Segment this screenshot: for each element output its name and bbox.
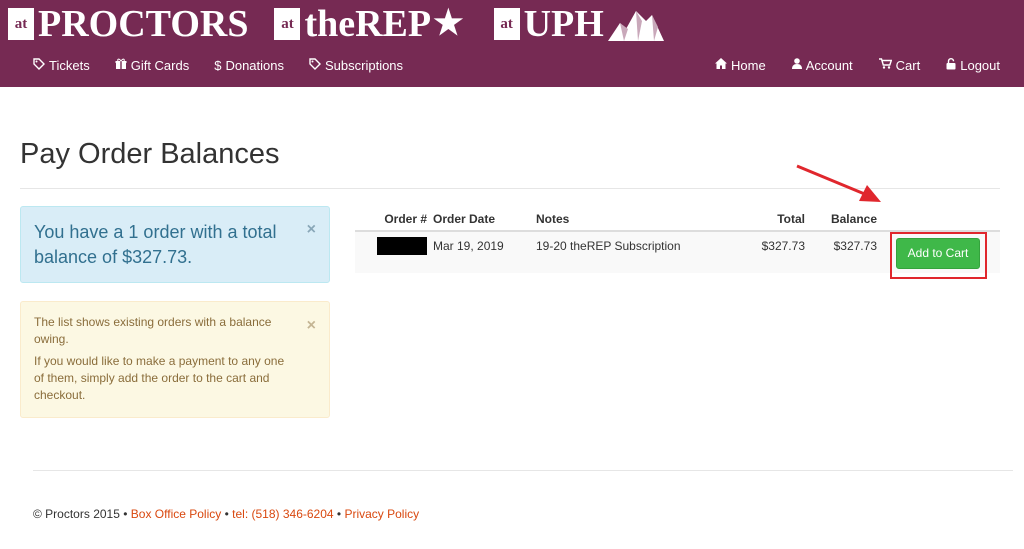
site-footer: © Proctors 2015 • Box Office Policy • te… bbox=[33, 507, 419, 521]
balance-info-alert: You have a 1 order with a total balance … bbox=[20, 206, 330, 283]
proctors-logo[interactable]: at PROCTORS bbox=[8, 5, 248, 43]
close-icon[interactable]: × bbox=[307, 318, 316, 334]
header-order-number: Order # bbox=[384, 212, 427, 226]
brand-logos: at PROCTORS at theREP ★ at UPH bbox=[8, 4, 664, 44]
nav-label: Tickets bbox=[49, 57, 90, 73]
instructions-alert: The list shows existing orders with a ba… bbox=[20, 301, 330, 418]
tag-icon bbox=[309, 57, 321, 73]
close-icon[interactable]: × bbox=[307, 222, 316, 238]
at-badge: at bbox=[8, 8, 34, 40]
footer-separator: • bbox=[123, 507, 128, 521]
redacted-order-number bbox=[377, 237, 427, 255]
table-header: Order # Order Date Notes Total Balance bbox=[355, 210, 1000, 232]
phone-link[interactable]: tel: (518) 346-6204 bbox=[232, 507, 333, 521]
uph-logo[interactable]: at UPH bbox=[493, 3, 664, 45]
nav-gift-cards[interactable]: Gift Cards bbox=[115, 56, 190, 74]
footer-separator: • bbox=[336, 507, 342, 521]
nav-label: Account bbox=[805, 57, 853, 73]
nav-subscriptions[interactable]: Subscriptions bbox=[309, 56, 403, 74]
header-notes: Notes bbox=[536, 212, 570, 226]
instructions-line-1: The list shows existing orders with a ba… bbox=[34, 315, 272, 346]
order-total-cell: $327.73 bbox=[761, 239, 805, 253]
at-badge: at bbox=[274, 8, 301, 40]
nav-donations[interactable]: $ Donations bbox=[214, 56, 284, 74]
user-icon bbox=[791, 58, 802, 72]
nav-label: Home bbox=[731, 57, 766, 73]
tag-icon bbox=[33, 57, 45, 73]
therep-logo[interactable]: at theREP ★ bbox=[274, 3, 464, 45]
order-balance-cell: $327.73 bbox=[833, 239, 877, 253]
mountain-icon bbox=[607, 11, 664, 41]
nav-label: Donations bbox=[225, 57, 284, 73]
header-balance: Balance bbox=[830, 212, 877, 226]
therep-wordmark: theREP bbox=[304, 3, 432, 45]
site-header: at PROCTORS at theREP ★ at UPH Tickets G… bbox=[0, 0, 1024, 87]
box-office-policy-link[interactable]: Box Office Policy bbox=[131, 507, 221, 521]
nav-logout[interactable]: Logout bbox=[946, 56, 1000, 74]
footer-divider bbox=[33, 470, 1013, 471]
nav-label: Cart bbox=[895, 57, 921, 73]
nav-label: Gift Cards bbox=[130, 57, 190, 73]
highlight-box bbox=[890, 232, 987, 279]
order-notes-cell: 19-20 theREP Subscription bbox=[536, 239, 681, 253]
gift-icon bbox=[115, 58, 127, 73]
at-badge: at bbox=[493, 8, 520, 40]
unlock-icon bbox=[946, 57, 956, 73]
proctors-wordmark: PROCTORS bbox=[38, 3, 249, 45]
arrow-icon bbox=[796, 164, 881, 202]
nav-cart[interactable]: Cart bbox=[878, 56, 921, 74]
balance-info-text: You have a 1 order with a total balance … bbox=[34, 222, 277, 267]
nav-tickets[interactable]: Tickets bbox=[33, 56, 90, 74]
footer-separator: • bbox=[224, 507, 229, 521]
home-icon bbox=[715, 58, 727, 72]
order-number-cell bbox=[355, 232, 431, 273]
uph-wordmark: UPH bbox=[523, 3, 604, 45]
cart-icon bbox=[878, 58, 892, 72]
header-total: Total bbox=[777, 212, 805, 226]
header-order-date: Order Date bbox=[433, 212, 496, 226]
nav-label: Subscriptions bbox=[325, 57, 404, 73]
star-icon: ★ bbox=[433, 5, 464, 42]
account-nav: Home Account Cart Logout bbox=[689, 56, 1000, 74]
page-title: Pay Order Balances bbox=[20, 138, 280, 170]
instructions-line-2: If you would like to make a payment to a… bbox=[34, 354, 285, 402]
copyright-text: © Proctors 2015 bbox=[33, 507, 120, 521]
dollar-icon: $ bbox=[214, 57, 222, 73]
nav-home[interactable]: Home bbox=[715, 56, 766, 74]
nav-label: Logout bbox=[960, 57, 1000, 73]
main-nav: Tickets Gift Cards $ Donations Subscript… bbox=[33, 56, 428, 74]
header-action bbox=[877, 210, 992, 230]
nav-account[interactable]: Account bbox=[791, 56, 853, 74]
privacy-policy-link[interactable]: Privacy Policy bbox=[344, 507, 419, 521]
